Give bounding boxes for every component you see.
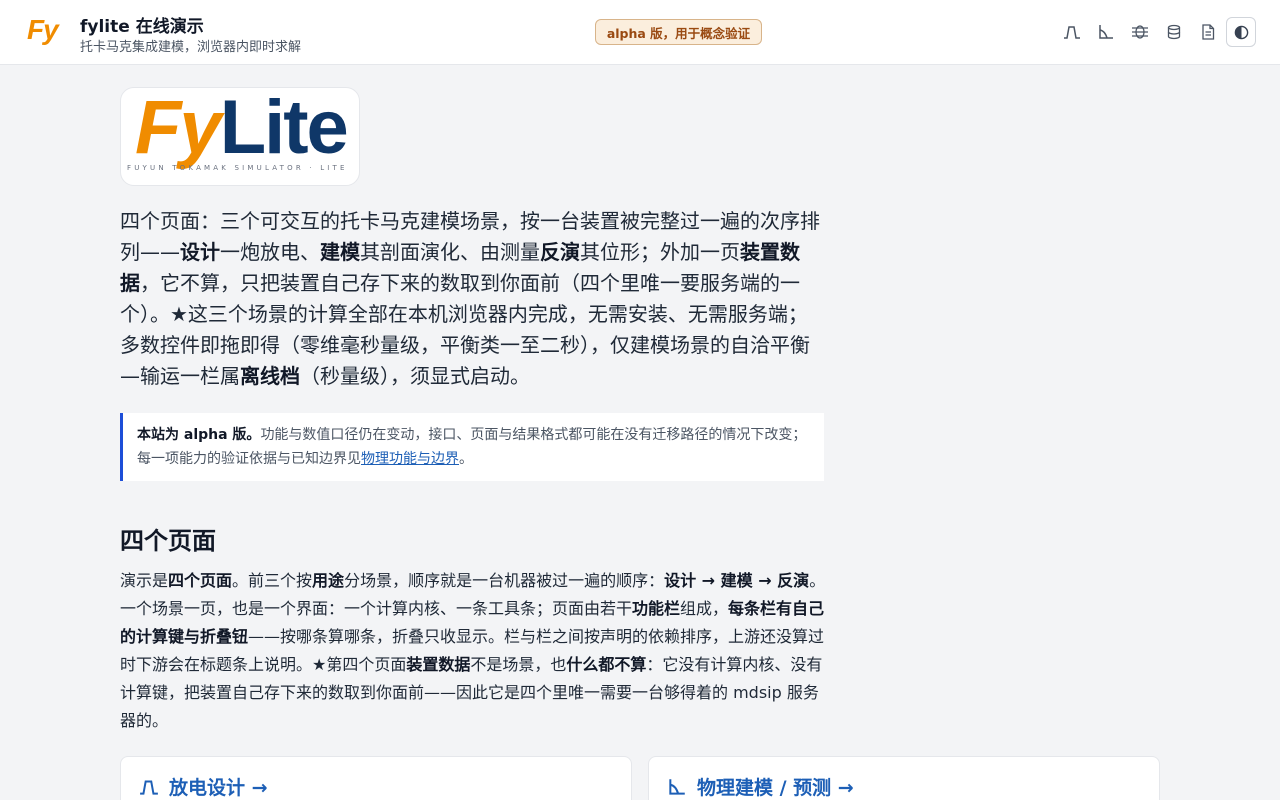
fylite-logo-card: FyLite FUYUN TOKAMAK SIMULATOR · LITE xyxy=(120,87,360,186)
top-header: Fy fylite 在线演示 托卡马克集成建模，浏览器内即时求解 alpha 版… xyxy=(0,0,1280,65)
nav-reconstruction-icon[interactable] xyxy=(1130,22,1150,42)
card-discharge-design-link[interactable]: 放电设计 → xyxy=(139,773,268,800)
section-paragraph: 演示是四个页面。前三个按用途分场景，顺序就是一台机器被过一遍的顺序：设计 → 建… xyxy=(120,571,826,730)
nav-document-icon[interactable] xyxy=(1198,22,1218,42)
nav-modeling-angle-icon[interactable] xyxy=(1096,22,1116,42)
angle-icon xyxy=(669,778,685,795)
card-physics-modeling[interactable]: 物理建模 / 预测 → xyxy=(648,756,1160,800)
nav-design-pulse-icon[interactable] xyxy=(1062,22,1082,42)
card-physics-modeling-link[interactable]: 物理建模 / 预测 → xyxy=(667,773,854,800)
fylite-wordmark: FyLite xyxy=(135,87,349,170)
alpha-notice-callout: 本站为 alpha 版。功能与数值口径仍在变动，接口、页面与结果格式都可能在没有… xyxy=(120,413,824,481)
logo-tagline: FUYUN TOKAMAK SIMULATOR · LITE xyxy=(127,164,348,172)
site-title: fylite 在线演示 xyxy=(80,17,204,37)
intro-paragraph: 四个页面：三个可交互的托卡马克建模场景，按一台装置被完整过一遍的次序排列——设计… xyxy=(120,209,820,388)
pulse-icon xyxy=(140,779,158,795)
contrast-icon xyxy=(1234,25,1248,39)
nav-database-icon[interactable] xyxy=(1164,22,1184,42)
brand-logo[interactable]: Fy xyxy=(27,14,59,46)
alpha-badge: alpha 版，用于概念验证 xyxy=(595,19,762,45)
card-discharge-design[interactable]: 放电设计 → xyxy=(120,756,632,800)
physics-limits-link[interactable]: 物理功能与边界 xyxy=(361,451,459,467)
theme-toggle-button[interactable] xyxy=(1226,17,1256,47)
site-subtitle: 托卡马克集成建模，浏览器内即时求解 xyxy=(80,40,302,55)
section-title: 四个页面 xyxy=(120,527,216,555)
